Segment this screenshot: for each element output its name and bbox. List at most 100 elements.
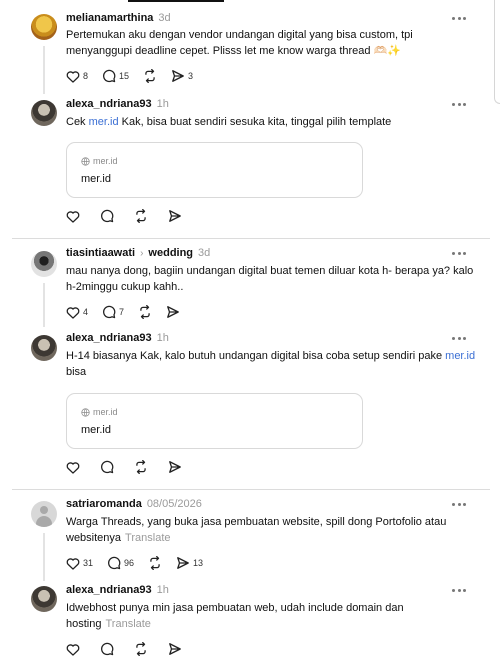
post-header: alexa_ndriana93 1h [66, 583, 169, 597]
comment-icon [103, 69, 116, 83]
card-title: mer.id [81, 424, 111, 436]
share-count: 3 [188, 71, 194, 81]
repost-button[interactable] [148, 556, 162, 570]
more-icon[interactable] [452, 11, 466, 25]
timestamp: 1h [156, 332, 169, 344]
share-button[interactable] [168, 642, 182, 656]
reply-button[interactable]: 15 [102, 69, 129, 83]
text-part: Warga Threads, yang buka jasa pembuatan … [66, 516, 447, 544]
share-button[interactable]: 3 [171, 69, 193, 83]
share-button[interactable] [168, 460, 182, 474]
like-count: 4 [83, 307, 89, 317]
top-indicator [128, 0, 224, 2]
share-count: 13 [193, 558, 204, 568]
share-icon [167, 306, 179, 318]
share-icon [177, 557, 189, 569]
repost-button[interactable] [134, 642, 148, 656]
like-count: 8 [83, 71, 89, 81]
share-icon [169, 210, 181, 222]
reply-button[interactable] [100, 642, 114, 656]
link-preview-card[interactable]: mer.id mer.id [66, 142, 363, 198]
post-link[interactable]: mer.id [89, 116, 119, 128]
reply-count: 96 [124, 558, 135, 568]
timestamp: 1h [156, 98, 169, 110]
post-header: melianamarthina 3d [66, 11, 171, 25]
text-part: Kak, bisa buat sendiri sesuka kita, ting… [118, 116, 392, 128]
translate-link[interactable]: Translate [105, 618, 150, 630]
reply-button[interactable]: 96 [107, 556, 134, 570]
reply-button[interactable] [100, 209, 114, 223]
heart-icon [66, 210, 80, 223]
avatar[interactable] [31, 335, 57, 361]
avatar[interactable] [31, 586, 57, 612]
more-icon[interactable] [452, 497, 466, 511]
topic-tag[interactable]: wedding [148, 247, 193, 259]
avatar[interactable] [31, 501, 57, 527]
repost-button[interactable] [138, 305, 152, 319]
timestamp: 1h [156, 584, 169, 596]
text-part: Cek [66, 116, 89, 128]
repost-button[interactable] [134, 209, 148, 223]
heart-icon [66, 643, 80, 656]
post-link[interactable]: mer.id [445, 350, 475, 362]
like-button[interactable]: 4 [66, 306, 88, 319]
avatar[interactable] [31, 14, 57, 40]
comment-icon [101, 209, 114, 223]
text-part: H-14 biasanya Kak, kalo butuh undangan d… [66, 350, 446, 362]
share-button[interactable] [168, 209, 182, 223]
globe-icon [81, 156, 90, 166]
repost-icon [140, 305, 150, 319]
globe-icon [81, 407, 90, 417]
card-domain-text: mer.id [93, 407, 118, 417]
card-domain: mer.id [81, 407, 118, 417]
username[interactable]: melianamarthina [66, 12, 153, 24]
like-button[interactable]: 8 [66, 70, 88, 83]
chevron-right-icon: › [140, 247, 144, 259]
thread-line [43, 533, 45, 581]
avatar[interactable] [31, 251, 57, 277]
comment-icon [101, 460, 114, 474]
card-domain: mer.id [81, 156, 118, 166]
more-icon[interactable] [452, 583, 466, 597]
thread-line [43, 283, 45, 327]
username[interactable]: satriaromanda [66, 498, 142, 510]
separator [12, 238, 490, 239]
username[interactable]: alexa_ndriana93 [66, 584, 152, 596]
more-icon[interactable] [452, 97, 466, 111]
card-title: mer.id [81, 173, 111, 185]
action-bar: 31 96 13 [66, 556, 217, 570]
share-button[interactable]: 13 [176, 556, 203, 570]
like-count: 31 [83, 558, 94, 568]
scrollbar[interactable] [494, 0, 500, 104]
post-header: satriaromanda 08/05/2026 [66, 497, 202, 511]
share-icon [172, 70, 184, 82]
post-header: alexa_ndriana93 1h [66, 331, 169, 345]
share-button[interactable] [166, 305, 180, 319]
username[interactable]: alexa_ndriana93 [66, 332, 152, 344]
post-text: Idwebhost punya min jasa pembuatan web, … [66, 600, 476, 632]
username[interactable]: alexa_ndriana93 [66, 98, 152, 110]
like-button[interactable]: 31 [66, 557, 93, 570]
repost-icon [145, 69, 155, 83]
repost-icon [136, 642, 146, 656]
repost-button[interactable] [143, 69, 157, 83]
like-button[interactable] [66, 643, 80, 656]
reply-count: 15 [119, 71, 130, 81]
action-bar [66, 460, 196, 474]
like-button[interactable] [66, 461, 80, 474]
action-bar [66, 642, 196, 656]
like-button[interactable] [66, 210, 80, 223]
repost-button[interactable] [134, 460, 148, 474]
more-icon[interactable] [452, 331, 466, 345]
repost-icon [136, 460, 146, 474]
username[interactable]: tiasintiaawati [66, 247, 135, 259]
more-icon[interactable] [452, 246, 466, 260]
translate-link[interactable]: Translate [125, 532, 170, 544]
avatar[interactable] [31, 100, 57, 126]
comment-icon [108, 556, 121, 570]
post-text: Pertemukan aku dengan vendor undangan di… [66, 29, 413, 57]
link-preview-card[interactable]: mer.id mer.id [66, 393, 363, 449]
heart-icon [66, 306, 80, 319]
reply-button[interactable] [100, 460, 114, 474]
reply-button[interactable]: 7 [102, 305, 124, 319]
